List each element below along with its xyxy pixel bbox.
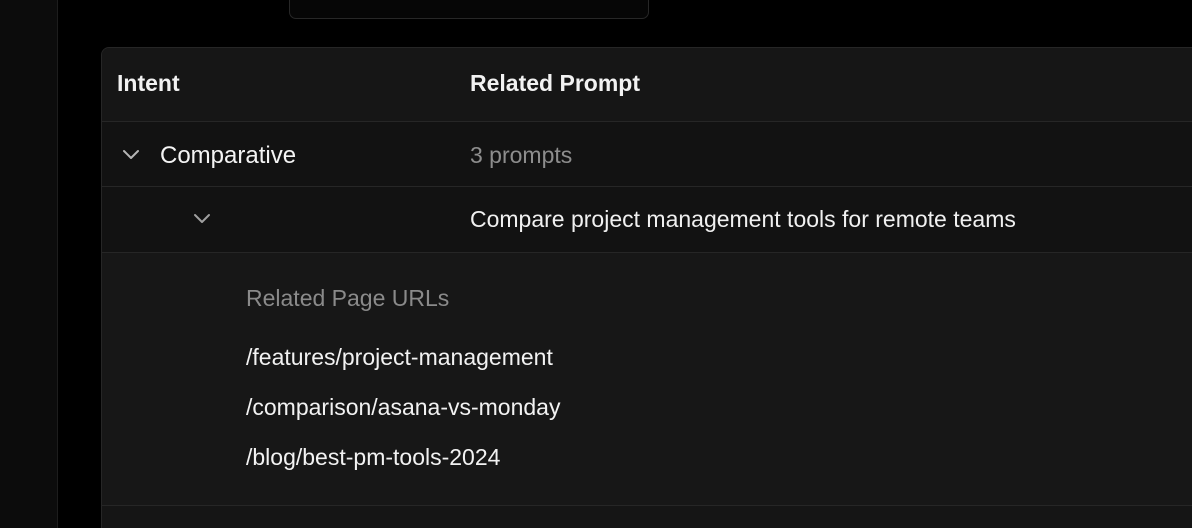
page: Intent Related Prompt Comparative 3 prom… — [0, 0, 1192, 528]
column-header-intent[interactable]: Intent — [117, 72, 180, 95]
table-header-row: Intent Related Prompt — [102, 48, 1192, 122]
related-url-link[interactable]: /blog/best-pm-tools-2024 — [246, 446, 500, 469]
sidebar-rail — [0, 0, 58, 528]
related-url-link[interactable]: /comparison/asana-vs-monday — [246, 396, 560, 419]
search-input[interactable] — [289, 0, 649, 19]
column-header-related-prompt[interactable]: Related Prompt — [470, 72, 640, 95]
related-urls-panel: Related Page URLs /features/project-mana… — [102, 253, 1192, 506]
prompt-text: Compare project management tools for rem… — [470, 206, 1016, 232]
intent-group-label: Comparative — [160, 142, 297, 169]
related-urls-heading: Related Page URLs — [246, 285, 450, 311]
prompt-row[interactable]: Compare project management tools for rem… — [102, 187, 1192, 253]
prompt-count: 3 prompts — [470, 142, 573, 168]
intent-group-row[interactable]: Comparative 3 prompts — [102, 122, 1192, 187]
chevron-down-icon[interactable] — [122, 149, 140, 161]
intent-table: Intent Related Prompt Comparative 3 prom… — [101, 47, 1192, 528]
related-url-link[interactable]: /features/project-management — [246, 346, 553, 369]
chevron-down-icon[interactable] — [193, 213, 211, 225]
